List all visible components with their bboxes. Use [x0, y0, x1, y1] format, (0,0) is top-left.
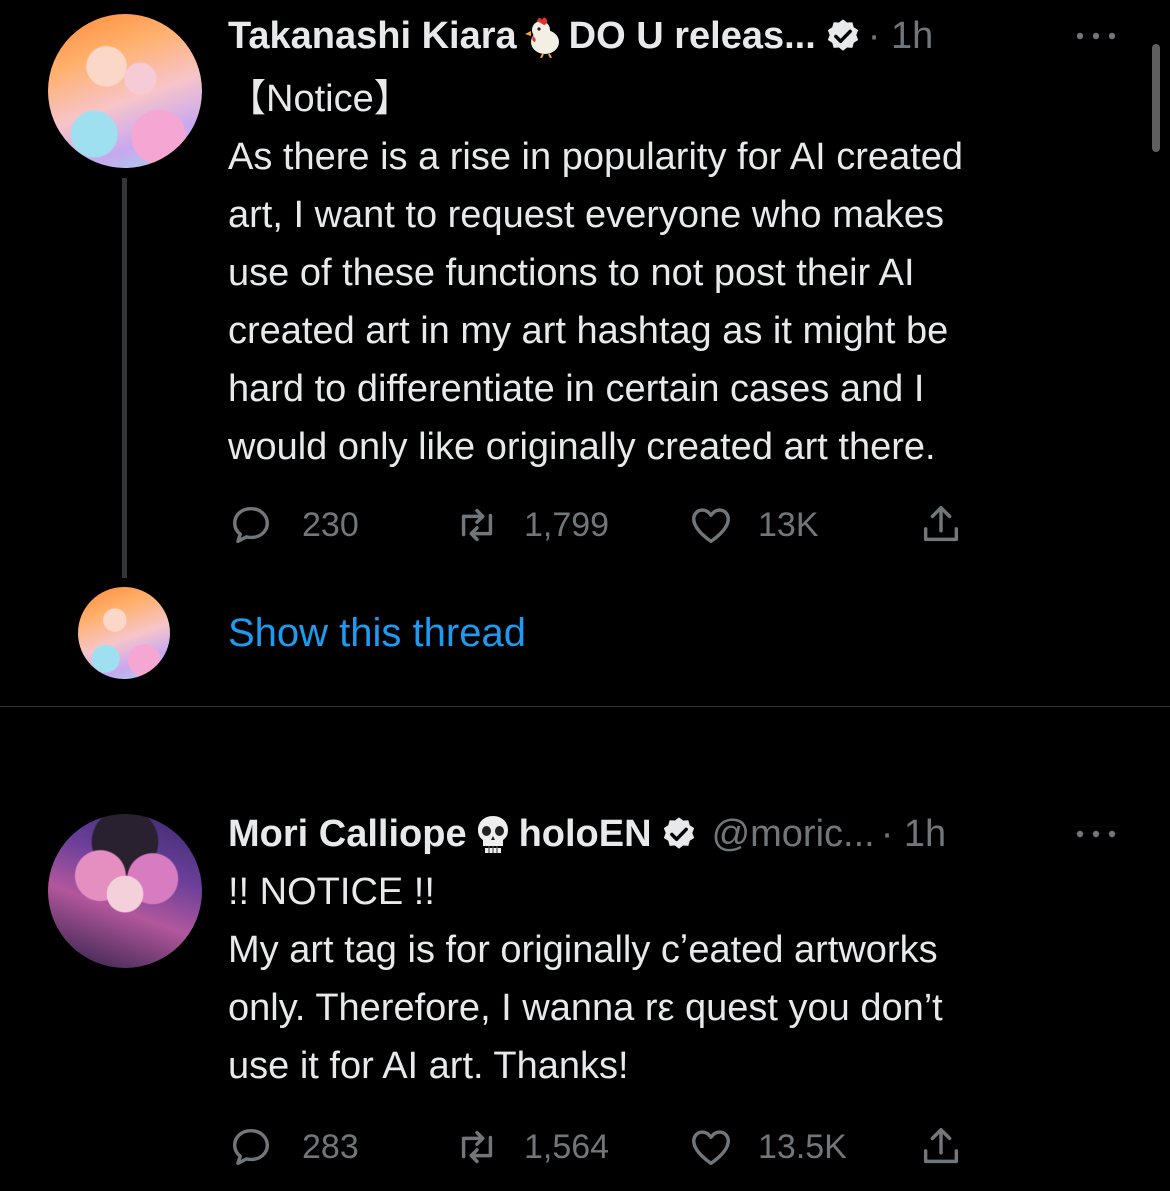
retweet-icon: [461, 1130, 493, 1164]
like-icon: [692, 1130, 730, 1166]
reply-count: 283: [302, 1127, 359, 1166]
show-thread-link[interactable]: Show this thread: [228, 608, 526, 658]
reply-count: 230: [302, 505, 359, 544]
tweet-divider: [0, 706, 1170, 707]
thread-connector-line: [122, 178, 127, 578]
like-button[interactable]: 13.5K: [688, 1122, 847, 1172]
timestamp[interactable]: · 1h: [881, 812, 946, 856]
like-count: 13.5K: [758, 1127, 847, 1166]
retweet-count: 1,564: [524, 1127, 610, 1166]
retweet-button[interactable]: 1,564: [454, 1122, 609, 1172]
tweet-text: 【Notice】 As there is a rise in popularit…: [228, 70, 1128, 476]
tweet-text-line: art, I want to request everyone who make…: [228, 194, 945, 236]
avatar[interactable]: [48, 14, 202, 168]
tweet-header: Mori Calliope holoEN @moric... · 1h: [228, 812, 946, 856]
reply-icon: [232, 506, 270, 544]
tweet-text: !! NOTICE !! My art tag is for originall…: [228, 863, 1128, 1095]
reply-button[interactable]: 283: [228, 1122, 359, 1172]
avatar[interactable]: [48, 814, 202, 968]
tweet-text-line: would only like originally created art t…: [228, 426, 936, 468]
share-button[interactable]: [918, 1122, 964, 1172]
retweet-icon: [461, 508, 493, 542]
reply-button[interactable]: 230: [228, 500, 359, 550]
verified-icon: [827, 19, 858, 51]
tweet-text-line: My art tag is for originally cʼeated art…: [228, 929, 938, 971]
share-button[interactable]: [918, 500, 964, 550]
tweet-actions: 283 1,564 13.5K: [228, 1122, 988, 1172]
tweet[interactable]: Takanashi Kiara DO U releas... · 1h 【Not…: [0, 0, 1170, 706]
tweet-text-line: !! NOTICE !!: [228, 871, 435, 913]
tweet-text-line: only. Therefore, I wanna rε quest you do…: [228, 987, 943, 1029]
chicken-icon: [524, 17, 559, 58]
like-icon: [692, 508, 730, 544]
more-icon[interactable]: [1072, 824, 1120, 844]
thread-avatar[interactable]: [78, 587, 170, 679]
display-name[interactable]: Takanashi Kiara: [228, 14, 517, 58]
tweet[interactable]: Mori Calliope holoEN @moric... · 1h !! N…: [0, 708, 1170, 1191]
timeline: Takanashi Kiara DO U releas... · 1h 【Not…: [0, 0, 1170, 1191]
handle[interactable]: @moric...: [712, 812, 875, 856]
retweet-button[interactable]: 1,799: [454, 500, 609, 550]
like-count: 13K: [758, 505, 819, 544]
display-name-suffix[interactable]: DO U releas...: [569, 14, 816, 58]
scrollbar[interactable]: [1152, 44, 1160, 152]
tweet-text-line: hard to differentiate in certain cases a…: [228, 368, 925, 410]
display-name-suffix[interactable]: holoEN: [519, 812, 652, 856]
display-name[interactable]: Mori Calliope: [228, 812, 467, 856]
verified-icon: [663, 817, 694, 849]
retweet-count: 1,799: [524, 505, 610, 544]
like-button[interactable]: 13K: [688, 500, 819, 550]
tweet-text-line: use it for AI art. Thanks!: [228, 1045, 629, 1087]
tweet-header: Takanashi Kiara DO U releas... · 1h: [228, 14, 933, 58]
tweet-actions: 230 1,799 13K: [228, 500, 988, 550]
skull-icon: [477, 816, 508, 853]
share-icon: [923, 506, 959, 542]
more-icon[interactable]: [1072, 26, 1120, 46]
tweet-text-line: 【Notice】: [228, 78, 412, 120]
share-icon: [923, 1128, 959, 1164]
tweet-text-line: As there is a rise in popularity for AI …: [228, 136, 964, 178]
tweet-text-line: created art in my art hashtag as it migh…: [228, 310, 949, 352]
tweet-text-line: use of these functions to not post their…: [228, 252, 915, 294]
timestamp[interactable]: · 1h: [868, 14, 933, 58]
reply-icon: [232, 1128, 270, 1166]
